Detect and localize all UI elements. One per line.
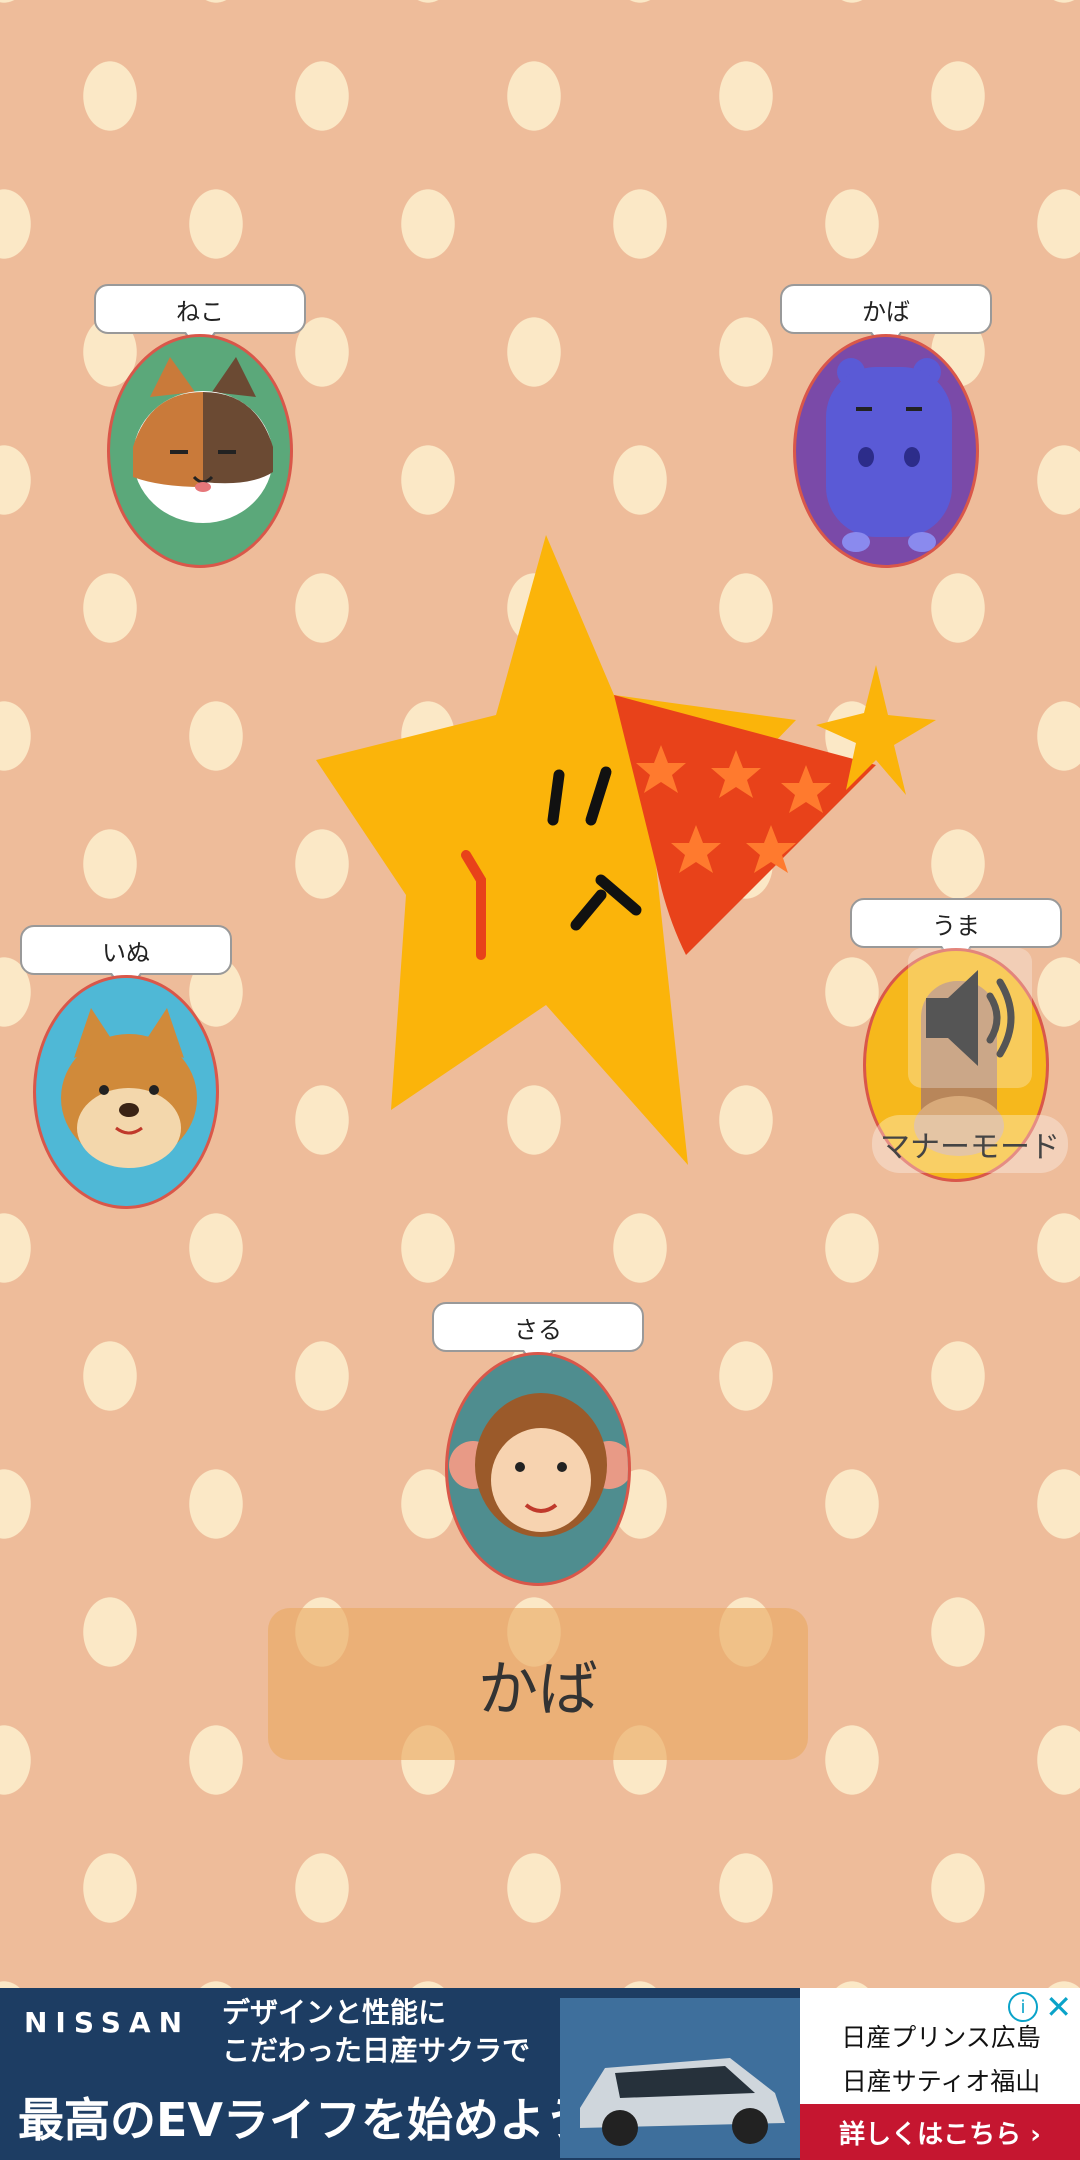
game-screen: { "animals": [ {"id": "cat", "label": "ね… [0, 0, 1080, 2160]
answer-display: かば [268, 1608, 808, 1760]
ad-headline: 最高のEVライフを始めよう [18, 2093, 592, 2147]
cat-portrait [107, 334, 293, 568]
ad-tagline-line-1: デザインと性能に [222, 1996, 447, 2029]
label-bubble: さる [432, 1302, 644, 1352]
manner-mode-label[interactable]: マナーモード [872, 1115, 1068, 1173]
monkey-face-icon [449, 1393, 628, 1537]
ad-banner[interactable]: NISSAN デザインと性能に こだわった日産サクラで 最高のEVライフを始めよ… [0, 1988, 1080, 2160]
dog-face-icon [61, 1008, 197, 1168]
ad-tagline-line-2: こだわった日産サクラで [222, 2034, 531, 2067]
cat-face-icon [133, 357, 273, 523]
car-image [560, 1998, 800, 2158]
label-bubble: ねこ [94, 284, 306, 334]
hippo-portrait [793, 334, 979, 568]
ad-cta-button[interactable]: 詳しくはこちら › [800, 2104, 1080, 2160]
ad-dealer-2: 日産サティオ福山 [841, 2067, 1041, 2096]
monkey-portrait [445, 1352, 631, 1586]
close-icon[interactable]: ✕ [1045, 1988, 1072, 2026]
manner-mode-button[interactable] [908, 948, 1032, 1088]
info-icon[interactable]: i [1008, 1992, 1038, 2022]
dog-portrait [33, 975, 219, 1209]
party-star[interactable] [316, 535, 936, 1175]
speaker-icon [926, 970, 1015, 1066]
ad-tagline: デザインと性能に こだわった日産サクラで [222, 1994, 530, 2070]
party-star-icon [316, 535, 936, 1165]
ad-dealer-1: 日産プリンス広島 [841, 2023, 1041, 2052]
label-bubble: いぬ [20, 925, 232, 975]
ad-dealer-names: 日産プリンス広島 日産サティオ福山 [816, 2016, 1066, 2104]
label-bubble: かば [780, 284, 992, 334]
ad-dealer-panel[interactable]: 日産プリンス広島 日産サティオ福山 詳しくはこちら › i ✕ [800, 1988, 1080, 2160]
ad-brand: NISSAN [24, 2006, 191, 2039]
hippo-face-icon [826, 358, 952, 552]
